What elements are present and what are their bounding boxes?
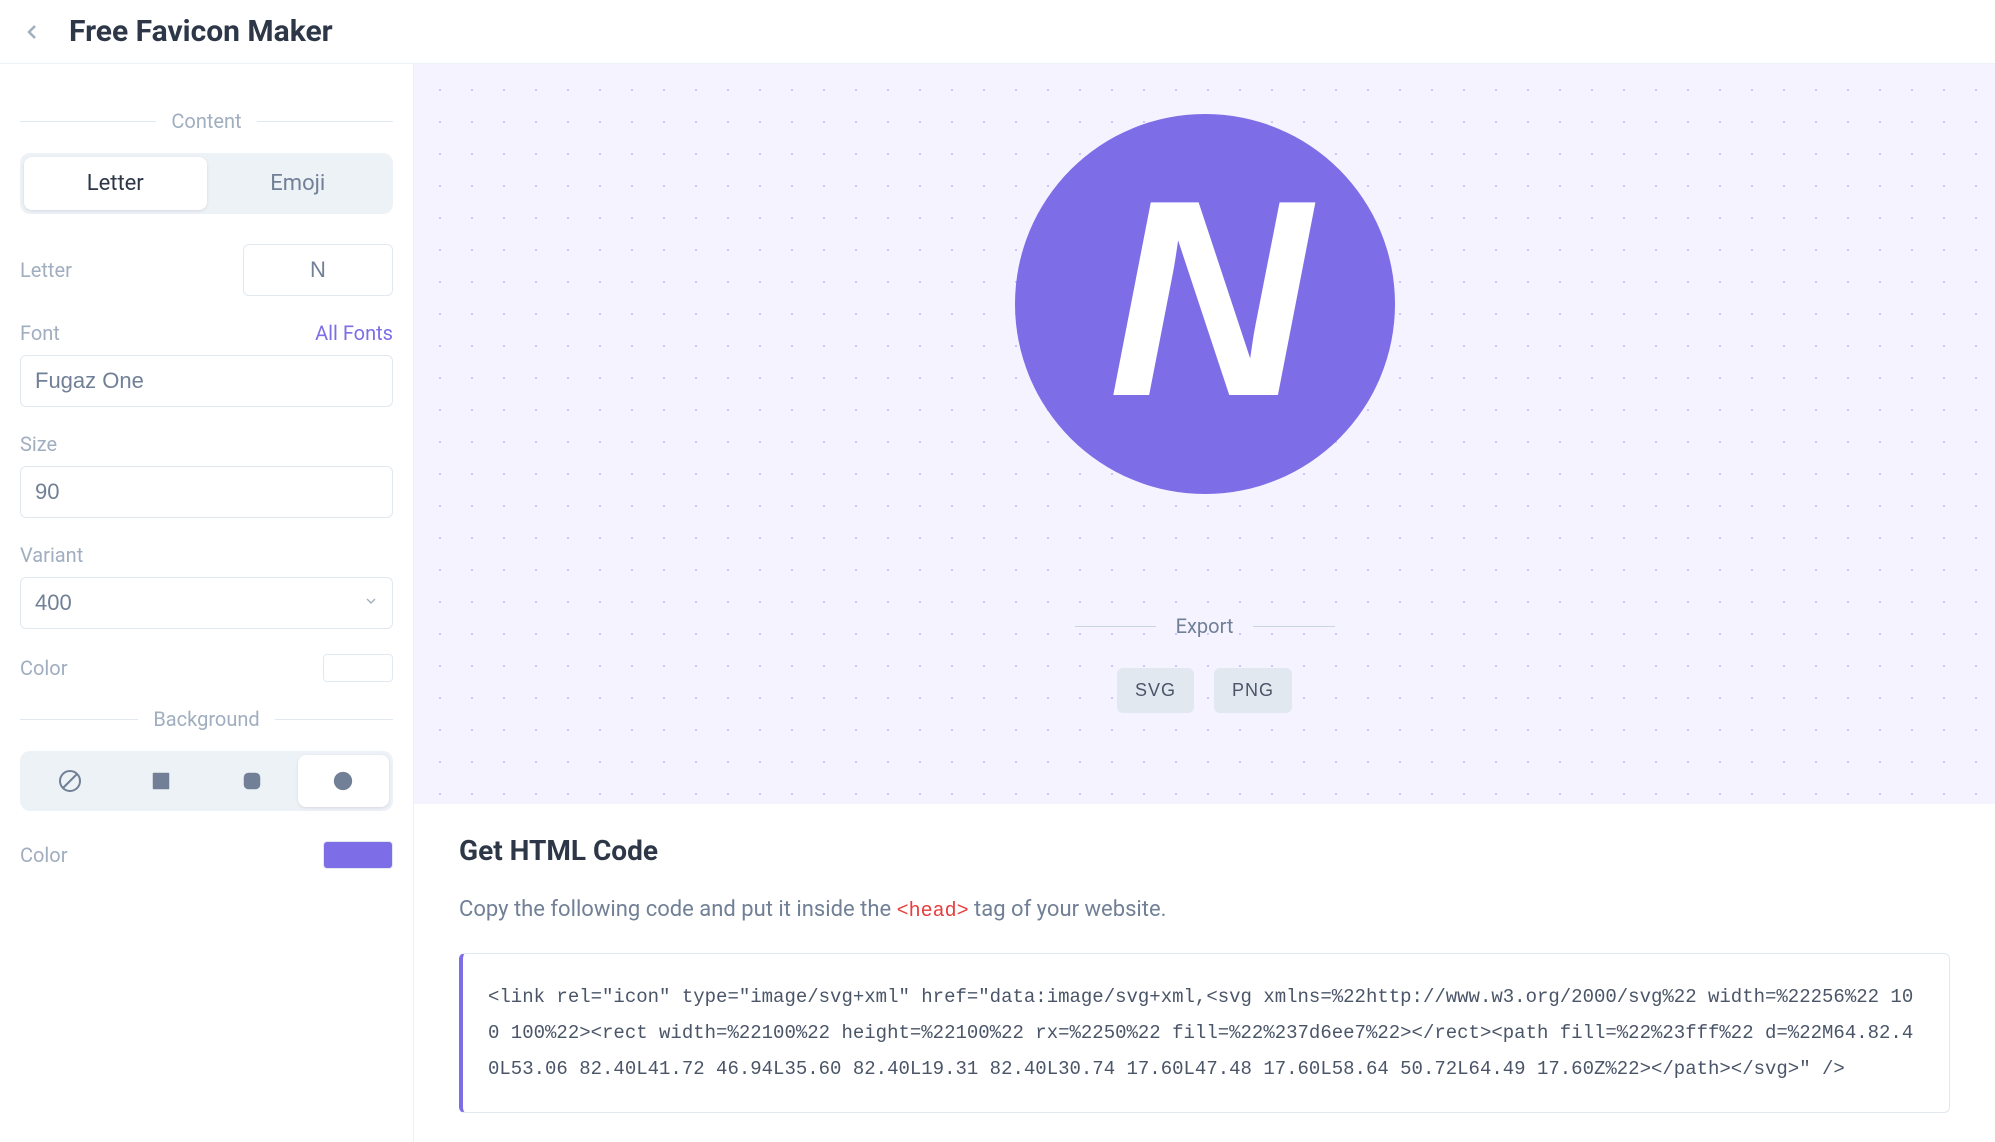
letter-field-label: Letter	[20, 258, 72, 282]
variant-field-label: Variant	[20, 543, 393, 567]
code-section-description: Copy the following code and put it insid…	[459, 897, 1950, 923]
size-input[interactable]	[20, 466, 393, 518]
export-png-button[interactable]: PNG	[1214, 668, 1292, 713]
tab-emoji[interactable]: Emoji	[207, 157, 390, 210]
code-desc-before: Copy the following code and put it insid…	[459, 897, 897, 922]
text-color-swatch[interactable]	[323, 654, 393, 682]
bg-color-swatch[interactable]	[323, 841, 393, 869]
export-label: Export	[1156, 614, 1254, 638]
circle-icon	[332, 770, 354, 792]
favicon-letter: N	[1108, 159, 1300, 439]
color-field-label: Color	[20, 656, 67, 680]
background-shape-group	[20, 751, 393, 811]
back-button[interactable]	[20, 20, 44, 44]
all-fonts-link[interactable]: All Fonts	[315, 321, 393, 345]
code-desc-after: tag of your website.	[969, 897, 1167, 922]
font-field-label: Font	[20, 321, 60, 345]
content-tab-group: Letter Emoji	[20, 153, 393, 214]
code-section-title: Get HTML Code	[459, 834, 1950, 867]
letter-input[interactable]	[243, 244, 393, 296]
tab-letter[interactable]: Letter	[24, 157, 207, 210]
shape-square-button[interactable]	[115, 755, 206, 807]
code-snippet[interactable]: <link rel="icon" type="image/svg+xml" hr…	[459, 953, 1950, 1113]
background-section-label: Background	[138, 707, 274, 731]
preview-canvas: N Export SVG PNG	[414, 64, 1995, 804]
page-title: Free Favicon Maker	[69, 14, 333, 49]
content-section-label: Content	[156, 109, 256, 133]
font-input[interactable]	[20, 355, 393, 407]
shape-circle-button[interactable]	[298, 755, 389, 807]
shape-none-button[interactable]	[24, 755, 115, 807]
size-field-label: Size	[20, 432, 393, 456]
chevron-left-icon	[20, 20, 44, 44]
export-svg-button[interactable]: SVG	[1117, 668, 1194, 713]
sidebar: Content Letter Emoji Letter Font All Fon…	[0, 64, 414, 1142]
code-desc-tag: <head>	[897, 900, 969, 923]
variant-select[interactable]	[20, 577, 393, 629]
none-icon	[58, 769, 82, 793]
favicon-preview: N	[1015, 114, 1395, 494]
rounded-square-icon	[241, 770, 263, 792]
square-icon	[150, 770, 172, 792]
shape-rounded-button[interactable]	[207, 755, 298, 807]
bg-color-field-label: Color	[20, 843, 67, 867]
